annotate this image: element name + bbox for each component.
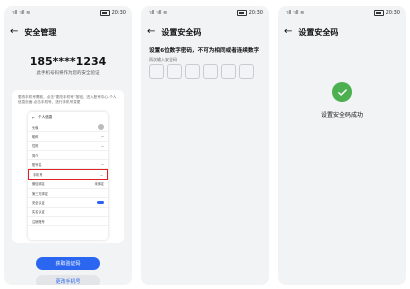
change-phone-button[interactable]: 更改手机号 bbox=[36, 275, 100, 285]
code-digit-box[interactable] bbox=[149, 64, 164, 79]
signal-icon: ᐧıll ᐧıll ≋ bbox=[12, 10, 31, 16]
page-title: 安全管理 bbox=[24, 27, 57, 37]
success-check-icon bbox=[332, 82, 352, 102]
code-digit-box[interactable] bbox=[185, 64, 200, 79]
preview-row: 昵称 — bbox=[28, 132, 108, 142]
status-bar: ᐧıll ᐧıll ≋ 20:30 bbox=[149, 9, 263, 17]
guide-tip: 更改手机号需前，点击“更改手机号”按钮，进入账号中心-个人信息页面-点击手机号，… bbox=[18, 95, 117, 104]
top-bar: ← 设置安全码 bbox=[284, 25, 400, 39]
back-arrow-icon: ← bbox=[32, 115, 36, 120]
preview-row: 简介 bbox=[28, 151, 108, 161]
phone-screen-security-management: ᐧıll ᐧıll ≋ 20:30 ← 安全管理 185****1234 此手机… bbox=[4, 6, 132, 285]
code-instruction: 设置6位数字密码，不可为相同或者连续数字 bbox=[149, 48, 260, 54]
guide-card: 更改手机号需前，点击“更改手机号”按钮，进入账号中心-个人信息页面-点击手机号，… bbox=[12, 90, 124, 243]
status-bar: ᐧıll ᐧıll ≋ 20:30 bbox=[12, 9, 126, 17]
code-digit-box[interactable] bbox=[239, 64, 254, 79]
top-bar: ← 设置安全码 bbox=[147, 25, 263, 39]
status-time: 20:30 bbox=[248, 10, 263, 16]
status-time: 20:30 bbox=[385, 10, 400, 16]
top-bar: ← 安全管理 bbox=[10, 25, 126, 39]
phone-screen-success: ᐧıll ᐧıll ≋ 20:30 ← 设置安全码 设置安全码成功 bbox=[278, 6, 406, 285]
phone-subtitle: 此手机号码将作为您的安全验证 bbox=[36, 71, 100, 76]
toggle-icon bbox=[97, 200, 104, 205]
page-title: 设置安全码 bbox=[161, 27, 202, 37]
phone-screen-set-code: ᐧıll ᐧıll ≋ 20:30 ← 设置安全码 设置6位数字密码，不可为相同… bbox=[141, 6, 269, 285]
preview-header: ← 个人信息 bbox=[28, 112, 108, 123]
battery-icon bbox=[373, 10, 384, 16]
avatar bbox=[98, 124, 104, 131]
preview-row: 头像 bbox=[28, 123, 108, 133]
status-bar: ᐧıll ᐧıll ≋ 20:30 bbox=[286, 9, 400, 17]
code-digit-box[interactable] bbox=[167, 64, 182, 79]
battery-icon bbox=[236, 10, 247, 16]
preview-row: 微信绑定 未绑定 bbox=[28, 180, 108, 190]
profile-preview: ← 个人信息 头像 昵称 — 性别 — 简介 账号名 — 手机号 — 微信绑定 未绑定 第… bbox=[28, 112, 108, 240]
back-arrow-icon[interactable]: ← bbox=[10, 27, 18, 37]
phone-number: 185****1234 bbox=[29, 55, 107, 68]
preview-row-highlighted: 手机号 — bbox=[28, 169, 108, 180]
signal-icon: ᐧıll ᐧıll ≋ bbox=[286, 10, 305, 16]
preview-title: 个人信息 bbox=[38, 115, 53, 119]
back-arrow-icon[interactable]: ← bbox=[147, 27, 155, 37]
success-message: 设置安全码成功 bbox=[320, 112, 363, 119]
signal-icon: ᐧıll ᐧıll ≋ bbox=[149, 10, 168, 16]
preview-row: 安全认证 bbox=[28, 198, 108, 208]
code-digit-box[interactable] bbox=[203, 64, 218, 79]
code-input[interactable] bbox=[149, 64, 254, 79]
page-title: 设置安全码 bbox=[298, 27, 339, 37]
preview-row: 实名认证 bbox=[28, 208, 108, 217]
status-time: 20:30 bbox=[111, 10, 126, 16]
preview-row: 注销账号 bbox=[28, 217, 108, 227]
preview-row: 性别 — bbox=[28, 142, 108, 151]
code-hint: 再次输入安全码 bbox=[149, 57, 177, 62]
code-digit-box[interactable] bbox=[221, 64, 236, 79]
battery-icon bbox=[99, 10, 110, 16]
preview-row: 账号名 — bbox=[28, 160, 108, 170]
get-code-button[interactable]: 获取验证码 bbox=[36, 257, 100, 270]
preview-row: 第三方绑定 bbox=[28, 189, 108, 199]
back-arrow-icon[interactable]: ← bbox=[284, 27, 292, 37]
